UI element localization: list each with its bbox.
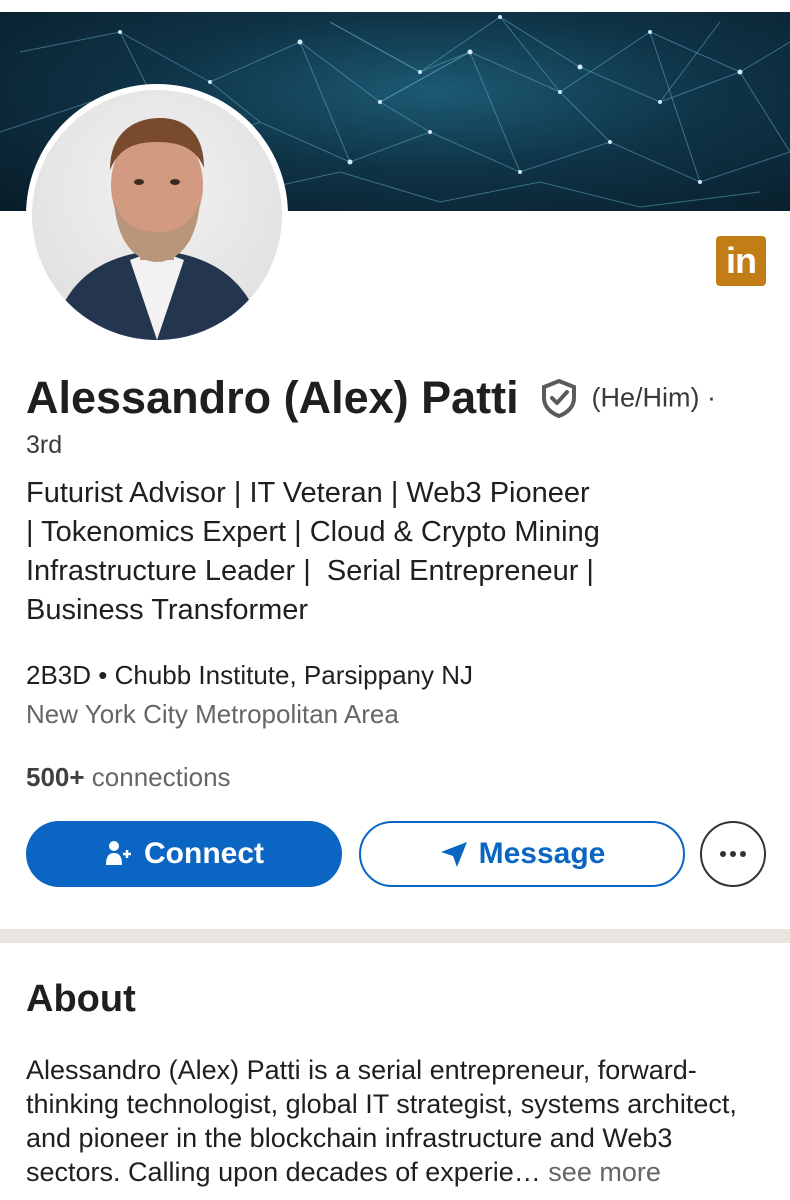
more-dots-icon <box>718 845 748 863</box>
profile-name: Alessandro (Alex) Patti <box>26 372 519 423</box>
location-line: New York City Metropolitan Area <box>26 699 399 729</box>
connect-label: Connect <box>144 837 264 870</box>
shield-check-icon[interactable] <box>541 378 577 419</box>
message-button[interactable]: Message <box>359 821 685 887</box>
about-heading: About <box>26 978 136 1020</box>
message-label: Message <box>478 837 606 870</box>
headline-line: | Tokenomics Expert | Cloud & Crypto Min… <box>26 516 600 548</box>
linkedin-icon: in <box>716 236 766 286</box>
section-divider <box>0 929 790 943</box>
see-more-link[interactable]: see more <box>541 1157 661 1187</box>
headline-line: Infrastructure Leader | Serial Entrepren… <box>26 555 594 587</box>
about-ellipsis: … <box>513 1157 541 1187</box>
add-person-icon <box>104 839 134 869</box>
linkedin-badge-text: in <box>726 240 757 281</box>
connect-button[interactable]: Connect <box>26 821 342 887</box>
headline-line: Business Transformer <box>26 594 309 626</box>
connections-number: 500+ <box>26 762 85 792</box>
send-icon <box>439 839 469 869</box>
name-row: Alessandro (Alex) Patti (He/Him) · <box>26 372 786 424</box>
profile-avatar[interactable] <box>26 84 288 346</box>
profile-headline: Futurist Advisor | IT Veteran | Web3 Pio… <box>26 474 746 630</box>
connections-count[interactable]: 500+ connections <box>26 762 231 793</box>
connections-label: connections <box>84 762 231 792</box>
pronouns: (He/Him) · <box>591 382 717 413</box>
top-strip <box>0 0 790 12</box>
connection-degree: 3rd <box>26 431 63 459</box>
more-button[interactable] <box>700 821 766 887</box>
education-line[interactable]: 2B3D • Chubb Institute, Parsippany NJ <box>26 660 473 691</box>
headline-line: Futurist Advisor | IT Veteran | Web3 Pio… <box>26 477 590 509</box>
avatar-photo <box>32 90 282 340</box>
about-text: Alessandro (Alex) Patti is a serial entr… <box>26 1053 771 1189</box>
